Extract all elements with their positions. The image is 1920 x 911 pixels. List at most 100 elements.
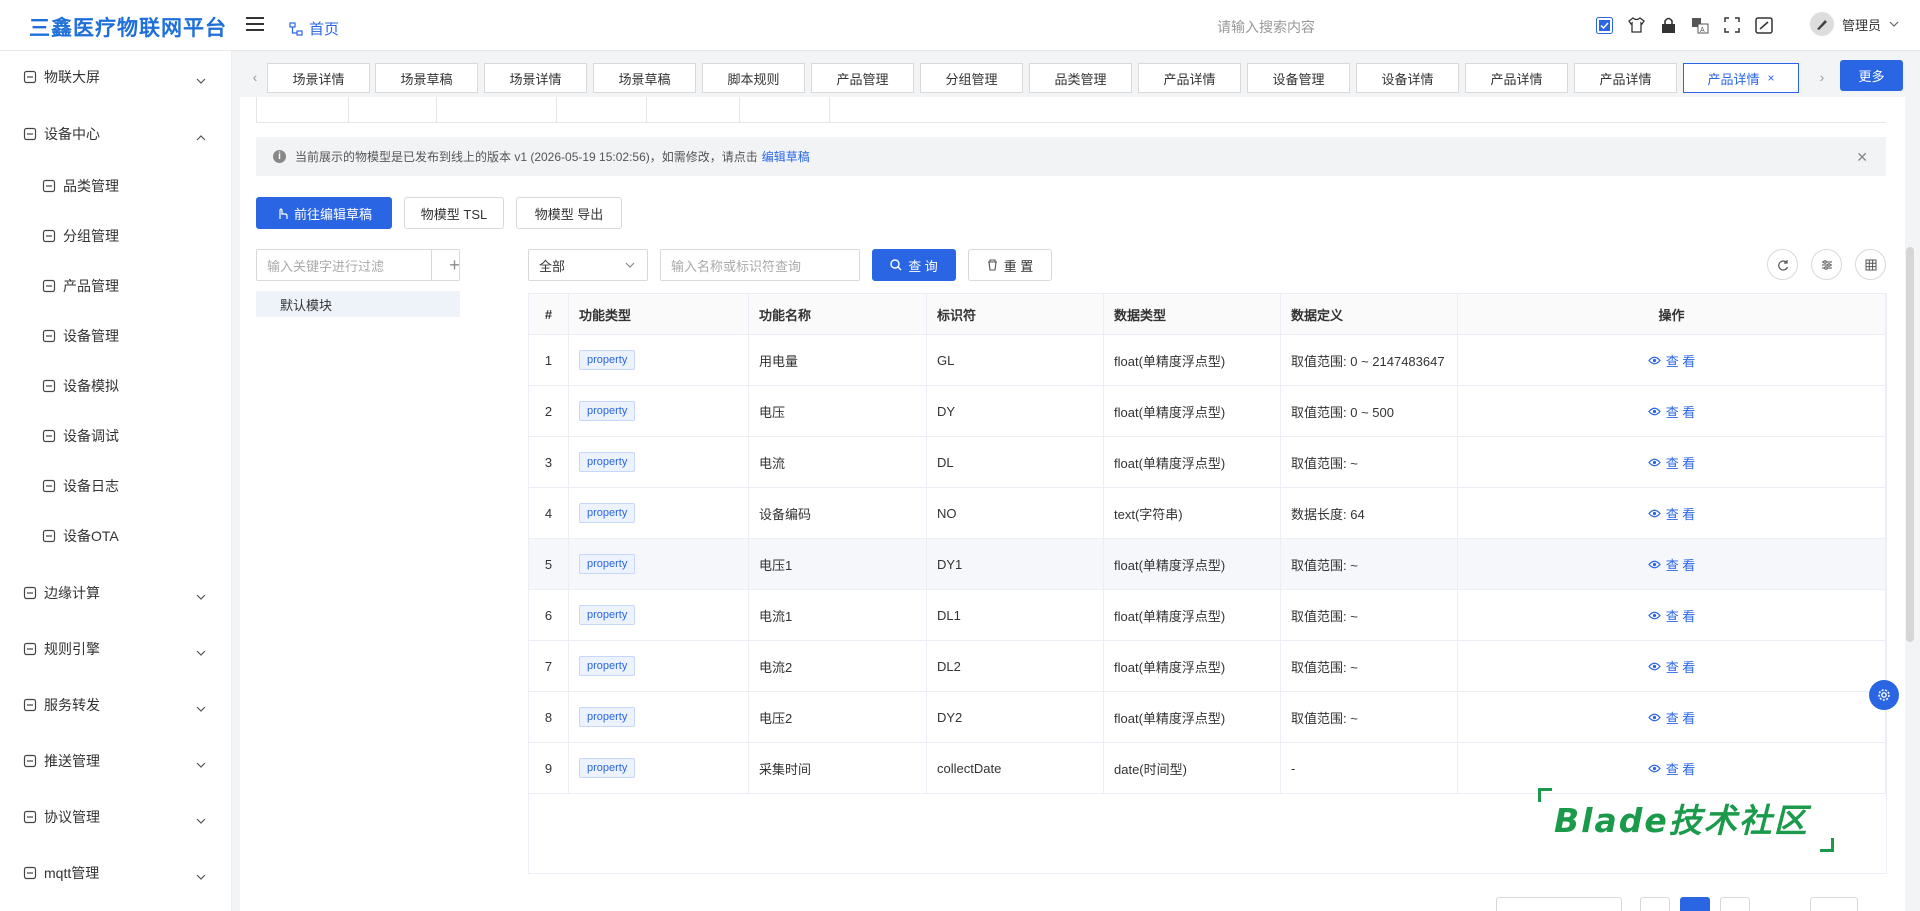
sidebar-item-push[interactable]: 推送管理 xyxy=(0,741,232,781)
goto-page-input[interactable] xyxy=(1810,897,1858,911)
name-search-input[interactable]: 输入名称或标识符查询 xyxy=(660,249,860,281)
next-page-button[interactable] xyxy=(1720,897,1750,911)
tab-8[interactable]: 品类管理 xyxy=(1029,63,1132,93)
tab-5[interactable]: 脚本规则 xyxy=(702,63,805,93)
edit-draft-button[interactable]: 前往编辑草稿 xyxy=(256,197,392,229)
sidebar-item-simulate[interactable]: 设备模拟 xyxy=(0,366,232,406)
function-type-select[interactable]: 全部 xyxy=(528,249,648,281)
view-button[interactable]: 查 看 xyxy=(1647,708,1695,727)
module-item-default[interactable]: 默认模块 xyxy=(256,291,460,317)
refresh-button[interactable] xyxy=(1767,249,1798,280)
sidebar-item-device[interactable]: 设备管理 xyxy=(0,316,232,356)
sidebar-item-log[interactable]: 设备日志 xyxy=(0,466,232,506)
export-button[interactable]: 物模型 导出 xyxy=(516,197,622,229)
screen-lock-icon[interactable] xyxy=(1755,16,1773,34)
sidebar-item-edge[interactable]: 边缘计算 xyxy=(0,573,232,613)
tab-7[interactable]: 分组管理 xyxy=(920,63,1023,93)
monitor-icon xyxy=(41,328,57,344)
tsl-button[interactable]: 物模型 TSL xyxy=(404,197,504,229)
view-button[interactable]: 查 看 xyxy=(1647,402,1695,421)
tab-2[interactable]: 场景草稿 xyxy=(375,63,478,93)
function-type-tag: property xyxy=(579,656,636,676)
checkbox-icon[interactable] xyxy=(1595,16,1613,34)
page-size-select[interactable] xyxy=(1496,897,1622,911)
no-cell: 7 xyxy=(529,641,569,691)
eye-icon xyxy=(1647,611,1661,619)
fullscreen-icon[interactable] xyxy=(1723,16,1741,34)
id-cell: NO xyxy=(927,488,1104,538)
sidebar-item-product[interactable]: 产品管理 xyxy=(0,266,232,306)
sidebar-item-group[interactable]: 分组管理 xyxy=(0,216,232,256)
sidebar-item-mqtt[interactable]: mqtt管理 xyxy=(0,853,232,893)
simulate-icon xyxy=(41,378,57,394)
dtype-cell: float(单精度浮点型) xyxy=(1104,590,1281,640)
view-button[interactable]: 查 看 xyxy=(1647,351,1695,370)
log-icon xyxy=(41,478,57,494)
page-1-button[interactable] xyxy=(1680,897,1710,911)
tab-scroll-right-icon[interactable]: › xyxy=(1812,63,1832,91)
search-button[interactable]: 查 询 xyxy=(872,249,956,281)
sidebar-item-forward[interactable]: 服务转发 xyxy=(0,685,232,725)
no-cell: 5 xyxy=(529,539,569,589)
table-row: 4 property 设备编码 NO text(字符串) 数据长度: 64 查 看 xyxy=(529,488,1886,539)
function-type-tag: property xyxy=(579,350,636,370)
name-cell: 设备编码 xyxy=(749,488,927,538)
tab-label: 产品详情 xyxy=(1707,71,1760,87)
translate-icon[interactable]: A xyxy=(1691,16,1709,34)
tab-12[interactable]: 产品详情 xyxy=(1465,63,1568,93)
tab-10[interactable]: 设备管理 xyxy=(1247,63,1350,93)
view-button[interactable]: 查 看 xyxy=(1647,555,1696,574)
name-cell: 用电量 xyxy=(749,335,927,385)
more-tabs-button[interactable]: 更多 xyxy=(1840,60,1903,91)
sidebar-item-device-center[interactable]: 设备中心 xyxy=(0,114,232,154)
tab-3[interactable]: 场景详情 xyxy=(484,63,587,93)
tab-14[interactable]: 产品详情 × xyxy=(1683,63,1799,93)
tab-11[interactable]: 设备详情 xyxy=(1356,63,1459,93)
tab-1[interactable]: 场景详情 xyxy=(267,63,370,93)
no-cell: 8 xyxy=(529,692,569,742)
sidebar-item-ota[interactable]: 设备OTA xyxy=(0,516,232,556)
sidebar-item-debug[interactable]: 设备调试 xyxy=(0,416,232,456)
tab-6[interactable]: 产品管理 xyxy=(811,63,914,93)
app-logo[interactable]: 三鑫医疗物联网平台 xyxy=(29,12,227,42)
user-menu[interactable]: 管理员 xyxy=(1810,12,1899,36)
tab-4[interactable]: 场景草稿 xyxy=(593,63,696,93)
tab-9[interactable]: 产品详情 xyxy=(1138,63,1241,93)
theme-shirt-icon[interactable] xyxy=(1627,16,1645,34)
close-icon[interactable]: ✕ xyxy=(1856,149,1868,166)
table-row: 2 property 电压 DY float(单精度浮点型) 取值范围: 0 ~ 500 查… xyxy=(529,386,1886,437)
chevron-down-icon xyxy=(196,71,206,84)
close-tab-icon[interactable]: × xyxy=(1768,71,1775,85)
view-button[interactable]: 查 看 xyxy=(1647,657,1695,676)
dtype-cell: date(时间型) xyxy=(1104,743,1281,793)
sidebar-item-category[interactable]: 品类管理 xyxy=(0,166,232,206)
view-button[interactable]: 查 看 xyxy=(1647,453,1695,472)
column-settings-button[interactable] xyxy=(1811,249,1842,280)
view-label: 查 看 xyxy=(1665,557,1696,573)
tabs-bar: ‹ › 场景详情 场景草稿 场景详情 场景草稿 脚本规则 产品管理 分组管理 品类管理 产品详情… xyxy=(241,57,1914,97)
table-row: 8 property 电压2 DY2 float(单精度浮点型) 取值范围: ~ 查 看 xyxy=(529,692,1886,743)
menu-toggle-icon[interactable] xyxy=(246,17,264,31)
global-search-input[interactable]: 请输入搜索内容 xyxy=(1217,17,1315,37)
view-button[interactable]: 查 看 xyxy=(1647,759,1695,778)
view-button[interactable]: 查 看 xyxy=(1647,606,1695,625)
reset-button[interactable]: 重 置 xyxy=(968,249,1052,281)
sidebar-item-rule[interactable]: 规则引擎 xyxy=(0,629,232,669)
tab-13[interactable]: 产品详情 xyxy=(1574,63,1677,93)
density-button[interactable] xyxy=(1855,249,1886,280)
edit-draft-link[interactable]: 编辑草稿 xyxy=(762,148,810,165)
sidebar-item-protocol[interactable]: 协议管理 xyxy=(0,797,232,837)
prev-page-button[interactable] xyxy=(1640,897,1670,911)
sidebar-item-dashboard[interactable]: 物联大屏 xyxy=(0,57,232,97)
tab-scroll-left-icon[interactable]: ‹ xyxy=(245,63,265,91)
settings-fab[interactable] xyxy=(1869,680,1899,710)
vertical-scrollbar[interactable] xyxy=(1906,247,1914,642)
lock-icon[interactable] xyxy=(1659,16,1677,34)
action-cell: 查 看 xyxy=(1458,539,1886,589)
module-filter-input[interactable]: 输入关键字进行过滤 + xyxy=(256,249,460,281)
add-module-button[interactable]: + xyxy=(431,250,477,280)
eye-icon xyxy=(1647,713,1661,721)
type-cell: property xyxy=(569,488,749,538)
home-tab[interactable]: 首页 xyxy=(289,18,339,39)
view-button[interactable]: 查 看 xyxy=(1647,504,1695,523)
